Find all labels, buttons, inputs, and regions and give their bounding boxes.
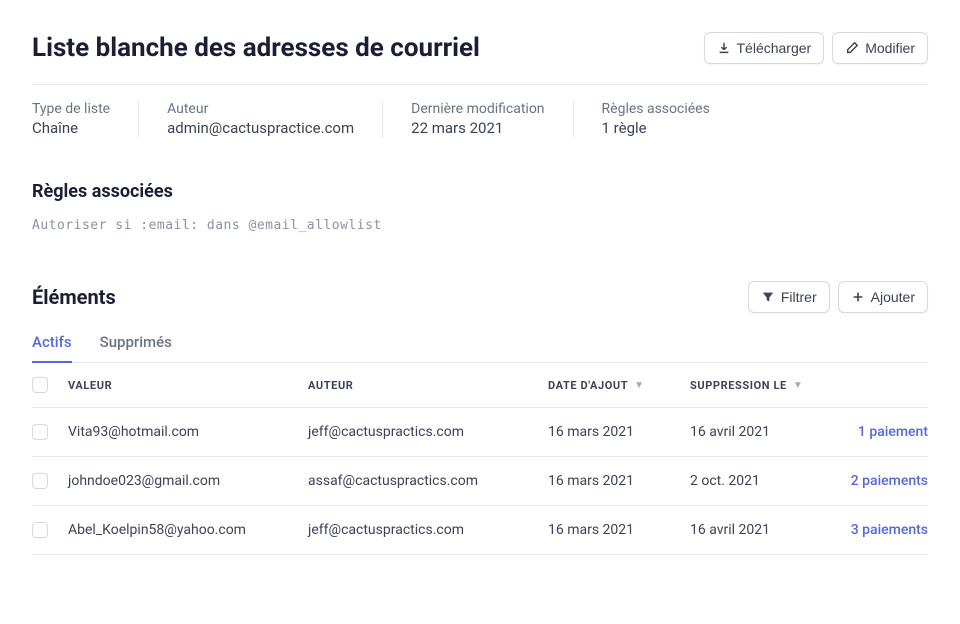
- meta-modified-value: 22 mars 2021: [411, 119, 544, 137]
- cell-value: Vita93@hotmail.com: [68, 424, 308, 440]
- tabs: Actifs Supprimés: [32, 333, 928, 363]
- cell-added: 16 mars 2021: [548, 473, 690, 489]
- download-icon: [717, 41, 731, 55]
- meta-modified: Dernière modification 22 mars 2021: [411, 101, 573, 137]
- cell-author: jeff@cactuspractics.com: [308, 522, 548, 538]
- rules-section-title: Règles associées: [32, 181, 928, 202]
- cell-removed: 16 avril 2021: [690, 424, 840, 440]
- tab-active[interactable]: Actifs: [32, 333, 72, 363]
- cell-author: assaf@cactuspractics.com: [308, 473, 548, 489]
- add-button[interactable]: Ajouter: [838, 281, 928, 313]
- meta-author-value: admin@cactuspractice.com: [167, 119, 354, 137]
- items-table: VALEUR AUTEUR DATE D'AJOUT ▼ SUPPRESSION…: [32, 363, 928, 555]
- payments-link[interactable]: 3 paiements: [851, 522, 928, 538]
- filter-button[interactable]: Filtrer: [748, 281, 830, 313]
- col-header-removed[interactable]: SUPPRESSION LE ▼: [690, 379, 840, 392]
- edit-button[interactable]: Modifier: [832, 32, 928, 64]
- page-title: Liste blanche des adresses de courriel: [32, 33, 480, 63]
- table-row: johndoe023@gmail.com assaf@cactuspractic…: [32, 457, 928, 506]
- meta-modified-label: Dernière modification: [411, 101, 544, 117]
- select-all-checkbox[interactable]: [32, 377, 48, 393]
- meta-rules: Règles associées 1 règle: [602, 101, 738, 137]
- col-header-added-label: DATE D'AJOUT: [548, 379, 628, 392]
- rule-code: Autoriser si :email: dans @email_allowli…: [32, 218, 928, 233]
- table-row: Abel_Koelpin58@yahoo.com jeff@cactusprac…: [32, 506, 928, 555]
- meta-type-label: Type de liste: [32, 101, 110, 117]
- cell-added: 16 mars 2021: [548, 424, 690, 440]
- filter-icon: [761, 290, 775, 304]
- row-checkbox[interactable]: [32, 473, 48, 489]
- payments-link[interactable]: 2 paiements: [851, 473, 928, 489]
- meta-author-label: Auteur: [167, 101, 354, 117]
- cell-author: jeff@cactuspractics.com: [308, 424, 548, 440]
- plus-icon: [851, 290, 865, 304]
- cell-removed: 2 oct. 2021: [690, 473, 840, 489]
- table-header: VALEUR AUTEUR DATE D'AJOUT ▼ SUPPRESSION…: [32, 363, 928, 408]
- add-button-label: Ajouter: [871, 289, 915, 305]
- cell-value: Abel_Koelpin58@yahoo.com: [68, 522, 308, 538]
- meta-rules-value: 1 règle: [602, 119, 710, 137]
- row-checkbox[interactable]: [32, 522, 48, 538]
- items-section-title: Éléments: [32, 285, 116, 309]
- col-header-author[interactable]: AUTEUR: [308, 379, 548, 392]
- header-actions: Télécharger Modifier: [704, 32, 929, 64]
- cell-added: 16 mars 2021: [548, 522, 690, 538]
- items-actions: Filtrer Ajouter: [748, 281, 928, 313]
- meta-rules-label: Règles associées: [602, 101, 710, 117]
- meta-author: Auteur admin@cactuspractice.com: [167, 101, 383, 137]
- rule-code-prefix: Autoriser si: [32, 218, 132, 233]
- tab-removed[interactable]: Supprimés: [100, 333, 172, 363]
- table-row: Vita93@hotmail.com jeff@cactuspractics.c…: [32, 408, 928, 457]
- col-header-removed-label: SUPPRESSION LE: [690, 379, 787, 392]
- cell-removed: 16 avril 2021: [690, 522, 840, 538]
- rule-code-body: :email: dans @email_allowlist: [132, 218, 382, 233]
- filter-button-label: Filtrer: [781, 289, 817, 305]
- meta-type: Type de liste Chaîne: [32, 101, 139, 137]
- download-button-label: Télécharger: [737, 40, 812, 56]
- sort-icon: ▼: [634, 380, 645, 391]
- meta-type-value: Chaîne: [32, 119, 110, 137]
- cell-value: johndoe023@gmail.com: [68, 473, 308, 489]
- sort-icon: ▼: [793, 380, 804, 391]
- edit-button-label: Modifier: [865, 40, 915, 56]
- col-header-value[interactable]: VALEUR: [68, 379, 308, 392]
- pencil-icon: [845, 41, 859, 55]
- row-checkbox[interactable]: [32, 424, 48, 440]
- col-header-added[interactable]: DATE D'AJOUT ▼: [548, 379, 690, 392]
- payments-link[interactable]: 1 paiement: [858, 424, 928, 440]
- download-button[interactable]: Télécharger: [704, 32, 825, 64]
- meta-row: Type de liste Chaîne Auteur admin@cactus…: [32, 84, 928, 153]
